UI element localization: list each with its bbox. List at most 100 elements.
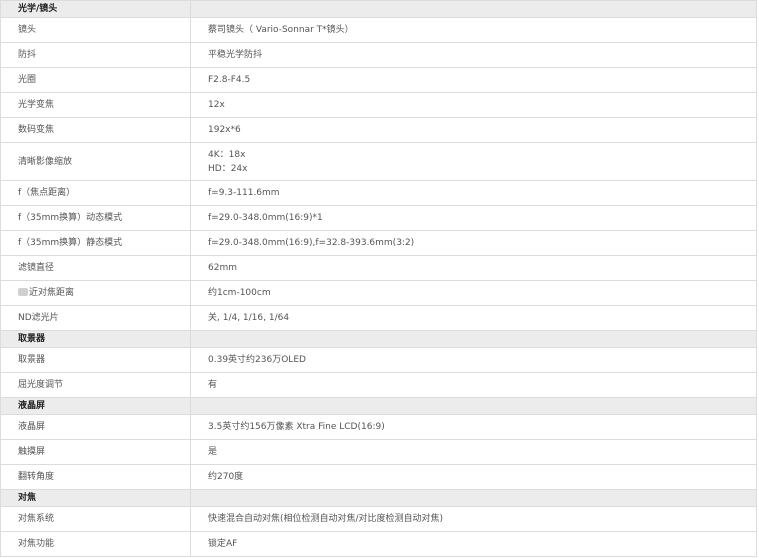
spec-value-cell: 约1cm-100cm	[190, 280, 757, 306]
spec-label: 数码变焦	[18, 125, 55, 135]
section-header-spacer	[190, 0, 757, 18]
spec-label: 清晰影像缩放	[18, 156, 73, 167]
spec-row: 触摸屏 是	[0, 439, 757, 465]
spec-label-cell: 触摸屏	[0, 439, 191, 465]
spec-label-cell: f（35mm换算）静态模式	[0, 230, 191, 256]
spec-value-cell: 12x	[190, 92, 757, 118]
section-title: 对焦	[0, 489, 191, 507]
spec-value-cell: 有	[190, 372, 757, 398]
spec-value-cell: 快速混合自动对焦(相位检测自动对焦/对比度检测自动对焦)	[190, 506, 757, 532]
spec-label-cell: f（焦点距离）	[0, 180, 191, 206]
spec-row: 屈光度调节 有	[0, 372, 757, 398]
spec-label: ND滤光片	[18, 313, 59, 323]
spec-value: f=29.0-348.0mm(16:9),f=32.8-393.6mm(3:2)	[208, 238, 415, 248]
spec-label: 触摸屏	[18, 447, 46, 457]
section-header: 液晶屏	[0, 397, 757, 415]
spec-label-cell: 液晶屏	[0, 414, 191, 440]
section-header: 光学/镜头	[0, 0, 757, 18]
spec-value: 快速混合自动对焦(相位检测自动对焦/对比度检测自动对焦)	[208, 514, 444, 524]
spec-label: 防抖	[18, 50, 37, 60]
spec-value: 是	[208, 447, 218, 457]
spec-value: 约1cm-100cm	[208, 288, 271, 298]
blurred-icon	[18, 288, 28, 296]
spec-label-cell: 翻转角度	[0, 464, 191, 490]
spec-value-cell: f=29.0-348.0mm(16:9),f=32.8-393.6mm(3:2)	[190, 230, 757, 256]
spec-label: f（35mm换算）动态模式	[18, 213, 123, 223]
section-header-spacer	[190, 397, 757, 415]
spec-value-cell: f=29.0-348.0mm(16:9)*1	[190, 205, 757, 231]
spec-value: 62mm	[208, 263, 237, 273]
spec-table-body: 光学/镜头镜头 蔡司镜头（ Vario-Sonnar T*镜头） 防抖 平稳光学防抖光…	[0, 0, 757, 557]
spec-label-cell: 对焦功能	[0, 531, 191, 557]
spec-label-cell: 取景器	[0, 347, 191, 373]
spec-value: F2.8-F4.5	[208, 75, 251, 85]
spec-value-cell: 62mm	[190, 255, 757, 281]
spec-label: 近对焦距离	[29, 288, 75, 298]
spec-row: 取景器 0.39英寸约236万OLED	[0, 347, 757, 373]
spec-value: HD：24x	[208, 163, 248, 174]
spec-value-cell: 192x*6	[190, 117, 757, 143]
spec-row: 翻转角度 约270度	[0, 464, 757, 490]
spec-row: 防抖 平稳光学防抖	[0, 42, 757, 68]
section-header: 取景器	[0, 330, 757, 348]
spec-row: 光圈 F2.8-F4.5	[0, 67, 757, 93]
spec-value: 蔡司镜头（ Vario-Sonnar T*镜头）	[208, 25, 354, 35]
spec-label-cell: 近对焦距离	[0, 280, 191, 306]
spec-label-cell: 屈光度调节	[0, 372, 191, 398]
spec-value-cell: 关, 1/4, 1/16, 1/64	[190, 305, 757, 331]
section-title: 取景器	[0, 330, 191, 348]
spec-row: ND滤光片 关, 1/4, 1/16, 1/64	[0, 305, 757, 331]
spec-value-cell: 锁定AF	[190, 531, 757, 557]
spec-value-cell: 4K：18x HD：24x	[190, 142, 757, 181]
spec-value: 12x	[208, 100, 225, 110]
spec-value: 平稳光学防抖	[208, 50, 263, 60]
spec-label-cell: ND滤光片	[0, 305, 191, 331]
spec-label-cell: 光学变焦	[0, 92, 191, 118]
spec-label: 光学变焦	[18, 100, 55, 110]
spec-value-cell: 0.39英寸约236万OLED	[190, 347, 757, 373]
spec-table: 光学/镜头镜头 蔡司镜头（ Vario-Sonnar T*镜头） 防抖 平稳光学防抖光…	[0, 0, 757, 557]
spec-value-cell: 蔡司镜头（ Vario-Sonnar T*镜头）	[190, 17, 757, 43]
spec-label: 光圈	[18, 75, 37, 85]
spec-value: 约270度	[208, 472, 244, 482]
spec-row: f（焦点距离） f=9.3-111.6mm	[0, 180, 757, 206]
spec-label: 液晶屏	[18, 422, 46, 432]
spec-value-cell: 是	[190, 439, 757, 465]
spec-row: f（35mm换算）动态模式 f=29.0-348.0mm(16:9)*1	[0, 205, 757, 231]
spec-row: 滤镜直径 62mm	[0, 255, 757, 281]
spec-label: 对焦系统	[18, 514, 55, 524]
spec-label: 翻转角度	[18, 472, 55, 482]
spec-label-cell: 镜头	[0, 17, 191, 43]
spec-row: 对焦系统 快速混合自动对焦(相位检测自动对焦/对比度检测自动对焦)	[0, 506, 757, 532]
section-header-spacer	[190, 330, 757, 348]
spec-label-cell: 光圈	[0, 67, 191, 93]
spec-label-cell: 清晰影像缩放	[0, 142, 191, 181]
spec-label: f（焦点距离）	[18, 188, 76, 198]
section-title: 液晶屏	[0, 397, 191, 415]
spec-row: 镜头 蔡司镜头（ Vario-Sonnar T*镜头）	[0, 17, 757, 43]
spec-row: 数码变焦 192x*6	[0, 117, 757, 143]
spec-label-cell: 防抖	[0, 42, 191, 68]
section-header: 对焦	[0, 489, 757, 507]
spec-row: 近对焦距离 约1cm-100cm	[0, 280, 757, 306]
spec-label: 镜头	[18, 25, 37, 35]
spec-label: 取景器	[18, 355, 46, 365]
spec-value-cell: 约270度	[190, 464, 757, 490]
spec-label-cell: 数码变焦	[0, 117, 191, 143]
spec-row: f（35mm换算）静态模式 f=29.0-348.0mm(16:9),f=32.8…	[0, 230, 757, 256]
spec-label-cell: f（35mm换算）动态模式	[0, 205, 191, 231]
spec-label-cell: 滤镜直径	[0, 255, 191, 281]
spec-row: 液晶屏 3.5英寸约156万像素 Xtra Fine LCD(16:9)	[0, 414, 757, 440]
spec-label: 滤镜直径	[18, 263, 55, 273]
spec-value-cell: f=9.3-111.6mm	[190, 180, 757, 206]
spec-label: 屈光度调节	[18, 380, 64, 390]
spec-value: f=9.3-111.6mm	[208, 188, 280, 198]
spec-value: 有	[208, 380, 218, 390]
spec-row: 对焦功能 锁定AF	[0, 531, 757, 557]
spec-value: 锁定AF	[208, 539, 238, 549]
spec-value: 关, 1/4, 1/16, 1/64	[208, 313, 290, 323]
spec-value-cell: 3.5英寸约156万像素 Xtra Fine LCD(16:9)	[190, 414, 757, 440]
section-header-spacer	[190, 489, 757, 507]
spec-value: 192x*6	[208, 125, 241, 135]
spec-value: 4K：18x	[208, 149, 246, 160]
